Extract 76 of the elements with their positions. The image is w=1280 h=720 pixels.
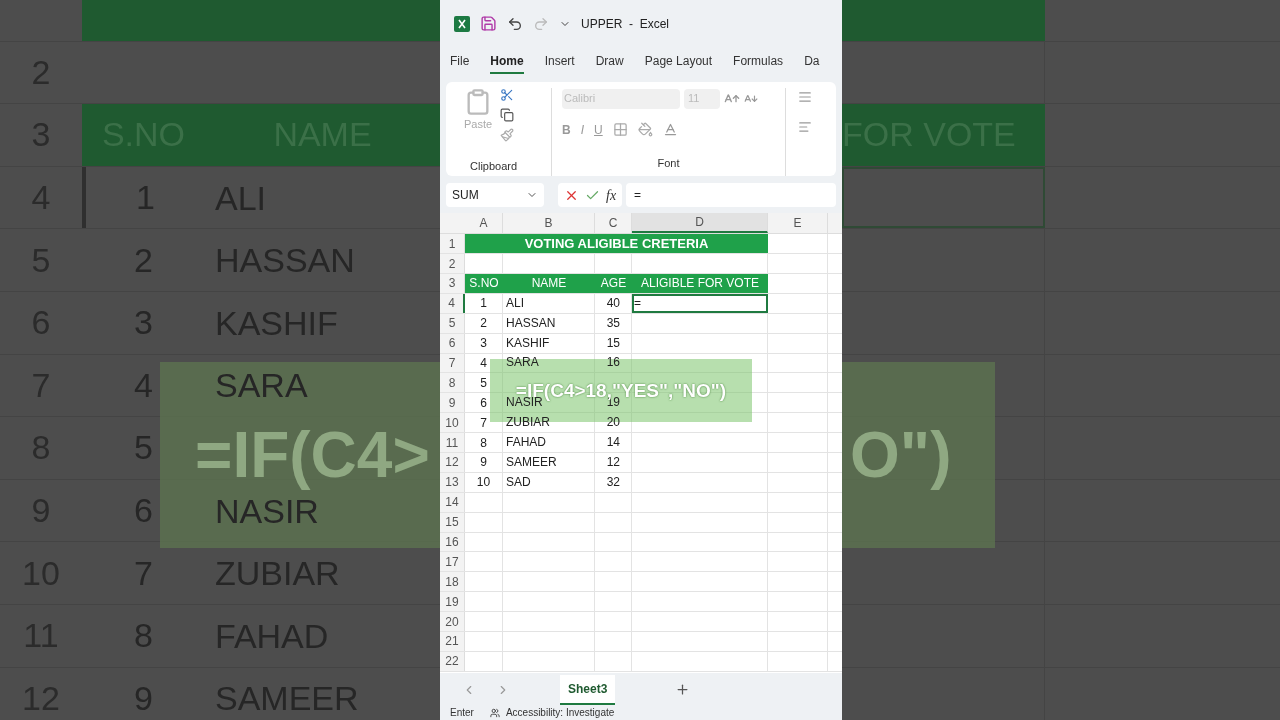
cut-icon[interactable] <box>500 87 515 102</box>
table-cell: 3 <box>465 333 503 353</box>
row-number[interactable]: 11 <box>440 433 465 452</box>
format-painter-icon[interactable] <box>500 127 515 142</box>
column-header[interactable]: E <box>768 213 828 234</box>
table-cell: 8 <box>465 433 503 452</box>
ribbon-tab[interactable]: Draw <box>595 51 624 74</box>
sheet-tab[interactable]: Sheet3 <box>560 674 616 705</box>
table-cell: SAD <box>506 475 531 489</box>
cell-input[interactable]: = <box>634 294 641 313</box>
table-cell: 4 <box>465 353 503 373</box>
title-cell: VOTING ALIGIBLE CRETERIA <box>465 234 768 254</box>
formula-field[interactable]: = <box>626 183 836 208</box>
table-cell: ALI <box>506 296 524 310</box>
table-cell: SARA <box>506 356 539 370</box>
name-box[interactable]: SUM <box>446 183 544 208</box>
row-number[interactable]: 1 <box>440 234 465 254</box>
ribbon-tab[interactable]: Formulas <box>733 51 784 74</box>
column-header[interactable]: B <box>503 213 595 234</box>
table-cell: NASIR <box>215 491 319 530</box>
ribbon-tab[interactable]: Page Layout <box>644 51 713 74</box>
borders-icon[interactable] <box>612 122 628 138</box>
table-cell: 20 <box>606 416 620 430</box>
table-cell: 15 <box>606 336 620 350</box>
table-cell: 9 <box>465 453 503 472</box>
table-cell: ZUBIAR <box>506 416 550 430</box>
table-cell[interactable]: = <box>632 293 768 313</box>
fill-color-icon[interactable] <box>637 122 653 138</box>
table-cell: FAHAD <box>506 436 546 450</box>
row-number[interactable]: 17 <box>440 552 465 572</box>
group-label: Clipboard <box>469 158 519 174</box>
ribbon-tab[interactable]: Da <box>804 51 820 74</box>
table-cell: 40 <box>606 296 620 310</box>
accessibility-icon <box>489 708 500 718</box>
table-cell: 16 <box>606 356 620 370</box>
row-number[interactable]: 20 <box>440 612 465 631</box>
window-title: UPPER - Excel <box>581 15 670 33</box>
insert-function-button[interactable]: fx <box>606 184 617 206</box>
accessibility-status[interactable]: Accessibility: Investigate <box>505 707 615 719</box>
save-icon[interactable] <box>480 15 497 33</box>
redo-icon[interactable] <box>533 15 549 32</box>
row-number[interactable]: 9 <box>440 393 465 413</box>
column-header[interactable]: D <box>632 213 768 234</box>
align-left-icon[interactable] <box>798 119 812 134</box>
font-color-icon[interactable] <box>662 122 678 138</box>
table-cell: 6 <box>465 393 503 413</box>
row-number[interactable]: 8 <box>440 373 465 393</box>
row-number[interactable]: 10 <box>440 413 465 433</box>
ribbon-tab[interactable]: Insert <box>544 51 575 74</box>
ribbon-tab[interactable]: Home <box>490 51 524 74</box>
copy-icon[interactable] <box>500 107 515 122</box>
column-header[interactable]: A <box>465 213 503 234</box>
undo-icon[interactable] <box>507 15 523 32</box>
table-cell: 2 <box>465 313 503 333</box>
row-number[interactable]: 2 <box>440 254 465 273</box>
table-cell: KASHIF <box>506 336 550 350</box>
status-mode: Enter <box>450 707 474 719</box>
ribbon-tab[interactable]: File <box>450 51 470 74</box>
group-label: Font <box>656 155 681 171</box>
table-cell: SARA <box>215 366 308 405</box>
add-sheet-icon[interactable] <box>675 682 691 698</box>
spreadsheet-logo-icon <box>454 15 470 32</box>
table-cell: 7 <box>465 413 503 433</box>
table-cell: 12 <box>606 455 620 469</box>
table-cell: 5 <box>465 373 503 393</box>
table-cell: 32 <box>606 475 620 489</box>
row-number[interactable]: 19 <box>440 592 465 612</box>
row-number[interactable]: 18 <box>440 572 465 592</box>
table-cell: 14 <box>606 436 620 450</box>
table-cell: 1 <box>465 293 503 313</box>
table-cell: SAMEER <box>506 455 557 469</box>
table-cell: 35 <box>606 316 620 330</box>
align-top-icon[interactable] <box>798 89 812 104</box>
table-cell: 10 <box>465 472 503 492</box>
row-number[interactable]: 21 <box>440 632 465 651</box>
table-cell: HASSAN <box>506 316 556 330</box>
